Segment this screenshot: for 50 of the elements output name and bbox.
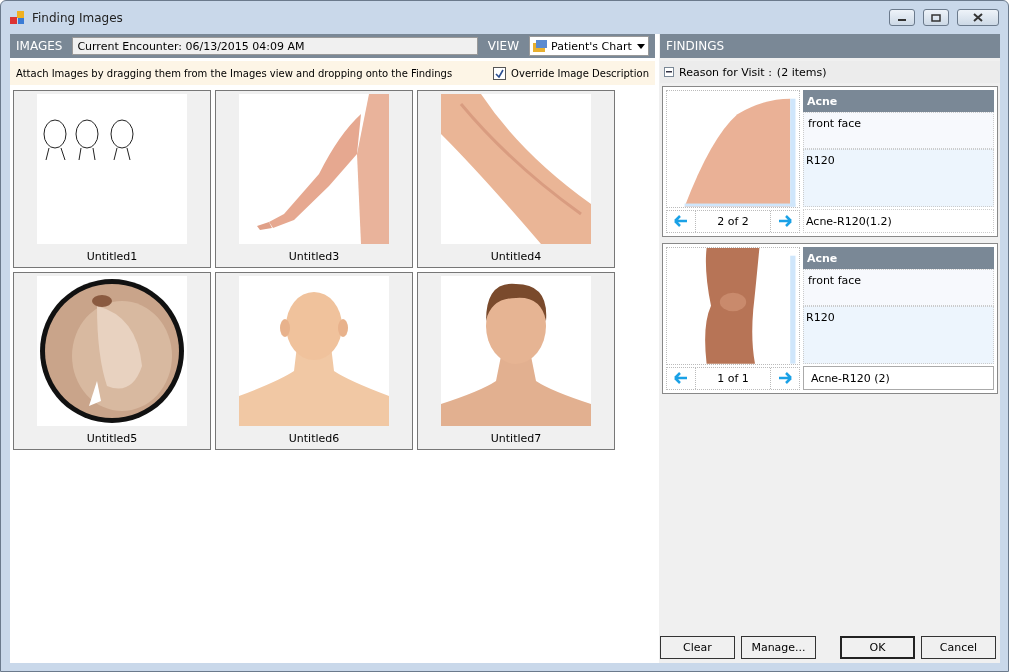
maximize-button[interactable] (923, 9, 949, 26)
group-count: (2 items) (776, 65, 827, 79)
pictures-icon (533, 40, 547, 52)
thumbnail-name: Untitled6 (288, 432, 340, 445)
caret-icon (637, 43, 645, 49)
group-label: Reason for Visit : (679, 65, 772, 79)
finding-title: Acne (803, 90, 994, 112)
window-title: Finding Images (32, 10, 124, 25)
page-counter: 2 of 2 (695, 210, 771, 232)
image-thumbnail[interactable]: Untitled7 (417, 272, 615, 450)
right-arrow-icon[interactable] (778, 372, 792, 385)
finding-description: front face (803, 112, 994, 149)
right-arrow-icon[interactable] (778, 215, 792, 228)
image-thumbnail[interactable]: Untitled3 (215, 90, 413, 268)
view-label: VIEW (487, 39, 519, 53)
app-icon (10, 10, 26, 25)
close-icon (973, 13, 983, 22)
thumbnail-name: Untitled4 (490, 250, 542, 263)
finding-caption: Acne-R120(1.2) (803, 209, 994, 233)
image-thumbnail[interactable]: Untitled6 (215, 272, 413, 450)
finding-code: R120 (803, 149, 994, 207)
image-thumbnail[interactable]: Untitled5 (13, 272, 211, 450)
dialog-button[interactable]: Cancel (921, 636, 996, 659)
collapse-icon[interactable] (664, 67, 674, 77)
maximize-icon (931, 13, 941, 22)
thumbnail-name: Untitled1 (86, 250, 138, 263)
findings-label: FINDINGS (666, 39, 725, 53)
thumbnail-name: Untitled5 (86, 432, 138, 445)
dialog-button[interactable]: Manage... (741, 636, 816, 659)
finding-description: front face (803, 269, 994, 306)
encounter-field[interactable]: Current Encounter: 06/13/2015 04:09 AM (72, 37, 478, 55)
finding-code: R120 (803, 306, 994, 364)
thumbnail-name: Untitled3 (288, 250, 340, 263)
override-checkbox[interactable] (493, 66, 507, 80)
thumbnail-name: Untitled7 (490, 432, 542, 445)
caption-field[interactable]: Acne-R120 (2) (803, 366, 994, 390)
left-arrow-icon[interactable] (674, 372, 688, 385)
image-thumbnail[interactable]: Untitled1 (13, 90, 211, 268)
dialog-button[interactable]: OK (840, 636, 915, 659)
view-dropdown[interactable]: Patient's Chart (529, 36, 649, 56)
minimize-button[interactable] (889, 9, 915, 26)
left-arrow-icon[interactable] (674, 215, 688, 228)
finding-title: Acne (803, 247, 994, 269)
image-thumbnail[interactable]: Untitled4 (417, 90, 615, 268)
images-label: IMAGES (16, 39, 63, 53)
page-counter: 1 of 1 (695, 367, 771, 389)
override-label: Override Image Description (511, 67, 649, 79)
hint-text: Attach Images by dragging them from the Images view and dropping onto the Findings (16, 67, 454, 79)
dialog-button[interactable]: Clear (660, 636, 735, 659)
close-button[interactable] (957, 9, 999, 26)
